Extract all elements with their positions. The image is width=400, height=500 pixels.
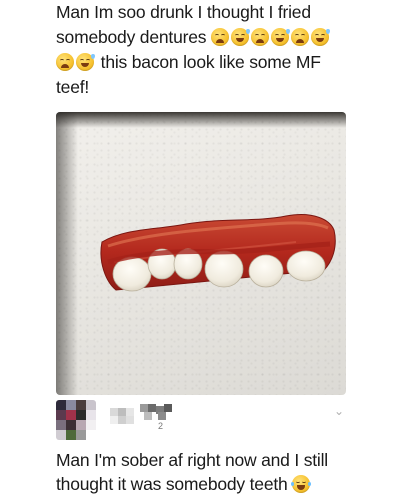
post-line-2: somebody dentures bbox=[56, 25, 386, 50]
username-pixelated[interactable] bbox=[110, 404, 200, 434]
weary-face-icon bbox=[290, 28, 309, 46]
post-line-3-text: this bacon look like some MF bbox=[100, 52, 321, 72]
bacon-teeth-illustration bbox=[100, 214, 336, 292]
reply-text: Man I'm sober af right now and I still t… bbox=[56, 448, 386, 496]
post-line-3: this bacon look like some MF bbox=[56, 50, 386, 75]
post-text: Man Im soo drunk I thought I fried someb… bbox=[56, 0, 386, 100]
post-line-2-text: somebody dentures bbox=[56, 27, 207, 47]
grinning-sweat-icon bbox=[270, 28, 290, 46]
grinning-sweat-icon bbox=[230, 28, 250, 46]
post-line-4: teef! bbox=[56, 77, 90, 97]
tears-of-joy-icon bbox=[291, 475, 312, 493]
avatar[interactable] bbox=[56, 400, 96, 440]
reply-line-2-text: thought it was somebody teeth bbox=[56, 474, 288, 494]
weary-face-icon bbox=[250, 28, 269, 46]
weary-face-icon bbox=[210, 28, 229, 46]
reply-line-2: thought it was somebody teeth bbox=[56, 472, 386, 496]
post-line-1: Man Im soo drunk I thought I fried bbox=[56, 2, 311, 22]
chevron-down-icon[interactable]: ⌄ bbox=[334, 404, 344, 418]
grinning-sweat-icon bbox=[310, 28, 330, 46]
weary-face-icon bbox=[56, 53, 74, 71]
reply-count: 2 bbox=[158, 421, 164, 431]
grinning-sweat-icon bbox=[76, 53, 95, 71]
bacon-dentures-photo[interactable] bbox=[56, 112, 346, 395]
reply-line-1: Man I'm sober af right now and I still bbox=[56, 450, 328, 470]
